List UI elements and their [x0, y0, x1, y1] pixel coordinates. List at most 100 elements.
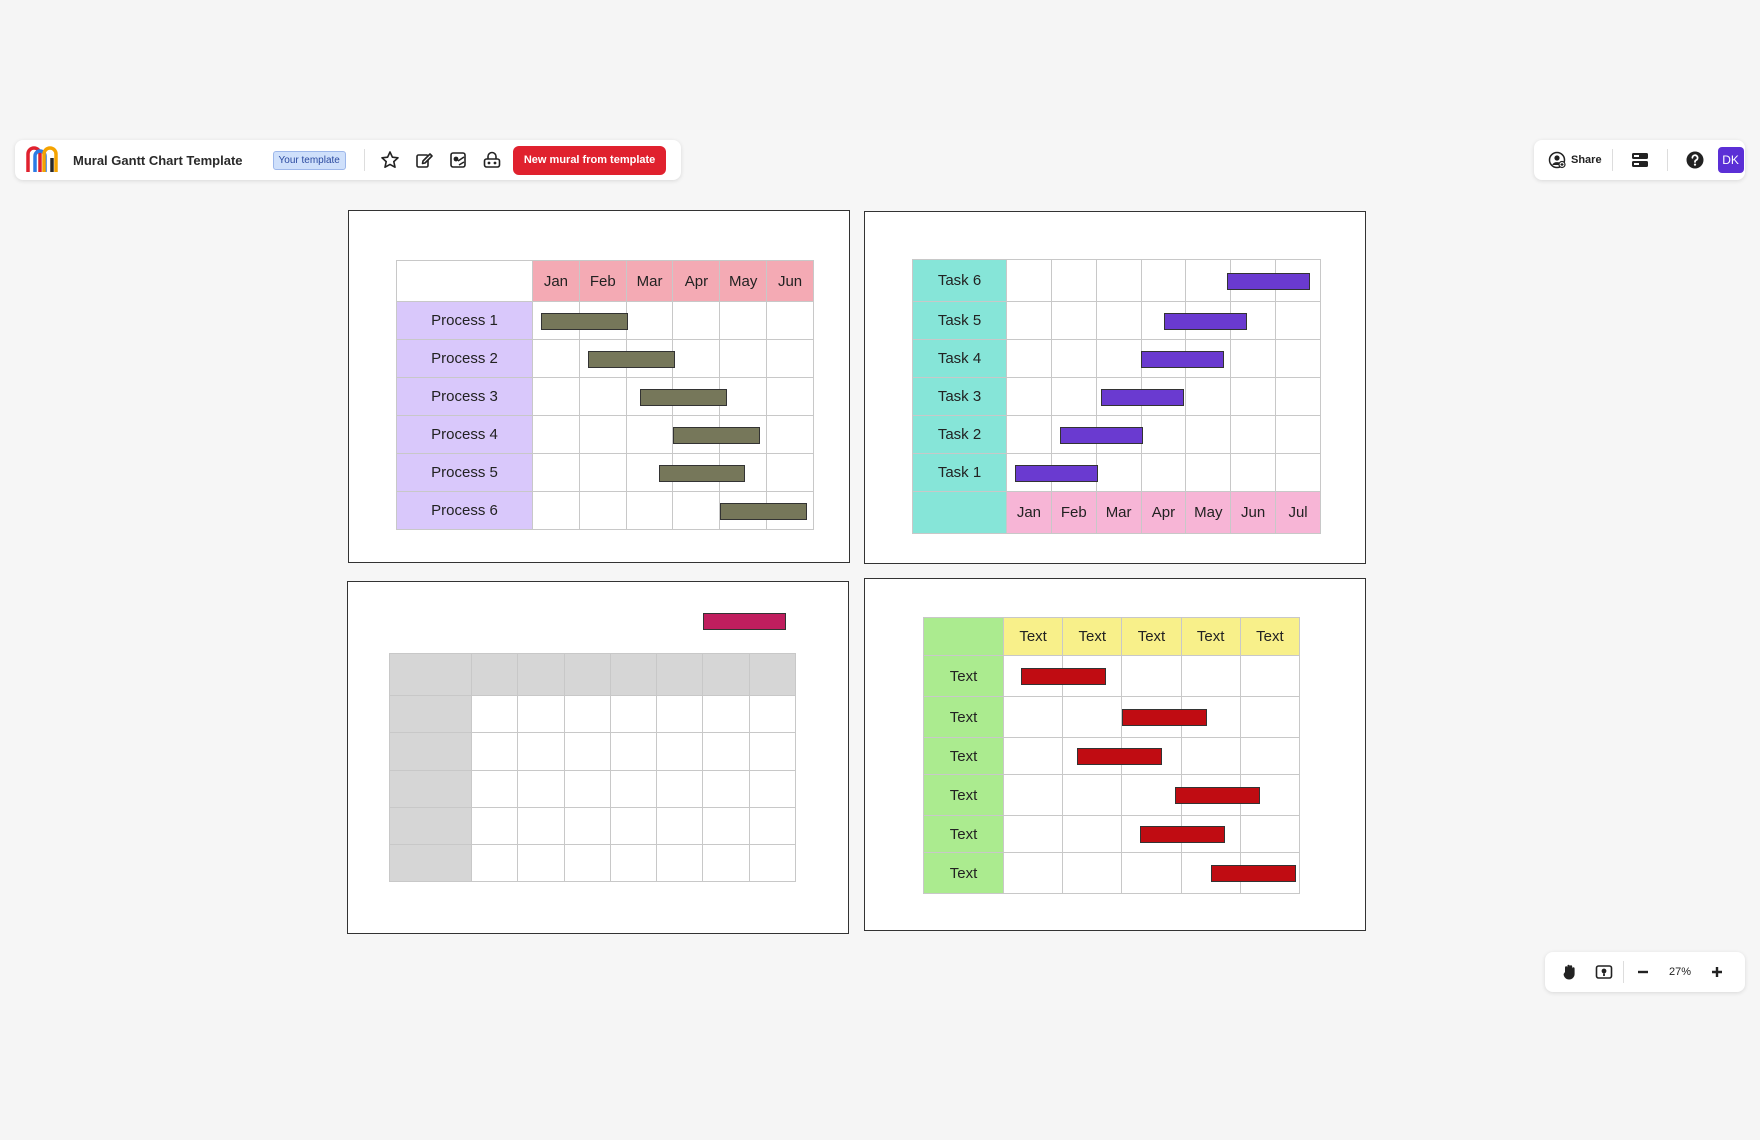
pan-mode-button[interactable] — [1553, 955, 1587, 989]
edit-icon — [416, 153, 433, 168]
gantt-bar[interactable] — [640, 388, 727, 406]
month-header: Feb — [1050, 491, 1097, 534]
month-header: Jan — [532, 260, 580, 302]
share-button[interactable]: Share — [1548, 151, 1602, 169]
gantt-bar[interactable] — [1163, 312, 1247, 330]
month-header: Jan — [1006, 491, 1052, 534]
gantt-frame-tasks[interactable]: Task 6 Task 5 Task 4 Task 3 Task 2 Task … — [864, 211, 1366, 564]
top-right-toolbar: Share DK — [1534, 140, 1745, 180]
gantt-bar[interactable] — [1077, 748, 1163, 765]
row-label — [389, 732, 472, 771]
header-cell — [389, 653, 472, 696]
corner-cell — [912, 491, 1007, 534]
template-badge: Your template — [272, 150, 346, 170]
zoom-level[interactable]: 27% — [1660, 966, 1700, 978]
row-label: Task 3 — [912, 377, 1007, 416]
template-icon — [450, 152, 466, 168]
star-icon — [381, 151, 399, 168]
gantt-bar[interactable] — [673, 426, 760, 444]
row-label: Text — [923, 774, 1004, 816]
toolbar-divider — [363, 149, 365, 171]
row-label: Text — [923, 815, 1004, 853]
outline-button[interactable] — [1623, 143, 1657, 177]
gantt-bar[interactable] — [1139, 826, 1225, 843]
gantt-frame-process[interactable]: Jan Feb Mar Apr May Jun Process 1 Proces… — [348, 210, 850, 563]
toolbar-divider — [1666, 149, 1668, 171]
row-label: Task 5 — [912, 301, 1007, 340]
gantt-bar[interactable] — [1175, 787, 1261, 804]
row-label: Text — [923, 852, 1004, 894]
gantt-bar[interactable] — [588, 350, 675, 368]
plus-icon — [1712, 967, 1722, 977]
month-header: Apr — [672, 260, 721, 302]
row-label: Process 2 — [396, 339, 533, 378]
gantt-bar[interactable] — [1141, 350, 1224, 368]
row-label: Text — [923, 737, 1004, 775]
outline-icon — [1631, 153, 1648, 167]
gantt-bar[interactable] — [1226, 272, 1310, 290]
row-label — [389, 844, 472, 882]
corner-cell — [923, 617, 1004, 656]
hand-icon — [1563, 964, 1575, 980]
mural-title[interactable]: Mural Gantt Chart Template — [73, 153, 243, 168]
month-header: Jun — [766, 260, 814, 302]
gantt-frame-text[interactable]: Text Text Text Text Text Text Text Text … — [864, 578, 1366, 931]
mural-logo[interactable] — [25, 146, 59, 174]
process-gantt-table: Jan Feb Mar Apr May Jun Process 1 Proces… — [396, 260, 814, 530]
row-label: Process 3 — [396, 377, 533, 416]
gantt-bar[interactable] — [1015, 464, 1098, 482]
gantt-bar[interactable] — [720, 502, 807, 520]
toolbar-divider — [1623, 961, 1624, 983]
edit-button[interactable] — [407, 143, 441, 177]
gantt-frame-blank[interactable] — [347, 581, 849, 934]
corner-cell — [396, 260, 533, 302]
gantt-bar[interactable] — [658, 464, 746, 482]
row-label: Task 4 — [912, 339, 1007, 378]
share-link-button[interactable] — [475, 143, 509, 177]
top-toolbar: Mural Gantt Chart Template Your template… — [15, 140, 681, 180]
help-icon — [1686, 151, 1704, 169]
column-header: Text — [1002, 617, 1064, 656]
help-button[interactable] — [1678, 143, 1712, 177]
gantt-bar[interactable] — [1210, 865, 1297, 882]
gantt-bar[interactable] — [541, 312, 628, 330]
user-avatar[interactable]: DK — [1717, 147, 1744, 173]
favorite-button[interactable] — [373, 143, 407, 177]
gantt-bar[interactable] — [1060, 426, 1143, 444]
column-header: Text — [1121, 617, 1182, 656]
blank-gantt-table — [389, 653, 797, 882]
row-label: Process 1 — [396, 301, 533, 340]
row-label: Task 2 — [912, 415, 1007, 454]
row-label: Text — [923, 696, 1004, 738]
row-label: Text — [923, 655, 1004, 697]
row-label: Process 6 — [396, 491, 533, 530]
row-label: Process 4 — [396, 415, 533, 454]
month-header: Mar — [1095, 491, 1142, 534]
zoom-toolbar: 27% — [1545, 952, 1745, 992]
row-label: Process 5 — [396, 453, 533, 492]
new-mural-from-template-button[interactable]: New mural from template — [512, 145, 667, 175]
month-header: Feb — [578, 260, 627, 302]
month-header: May — [719, 260, 768, 302]
share-user-icon — [1548, 151, 1566, 169]
column-header: Text — [1062, 617, 1123, 656]
map-button[interactable] — [1587, 955, 1621, 989]
column-header: Text — [1180, 617, 1241, 656]
share-label: Share — [1571, 154, 1602, 166]
month-header: Jul — [1275, 491, 1321, 534]
month-header: May — [1185, 491, 1232, 534]
month-header: Jun — [1230, 491, 1277, 534]
blank-template-bar[interactable] — [703, 613, 786, 630]
gantt-bar[interactable] — [1020, 668, 1106, 685]
gantt-bar[interactable] — [1100, 388, 1184, 406]
row-label — [389, 770, 472, 808]
gantt-bar[interactable] — [1121, 709, 1207, 726]
row-label: Task 6 — [912, 259, 1007, 302]
row-label — [389, 807, 472, 845]
zoom-in-button[interactable] — [1700, 955, 1734, 989]
templates-button[interactable] — [441, 143, 475, 177]
zoom-out-button[interactable] — [1626, 955, 1660, 989]
month-header: Apr — [1140, 491, 1187, 534]
row-label: Task 1 — [912, 453, 1007, 492]
toolbar-divider — [1611, 149, 1613, 171]
